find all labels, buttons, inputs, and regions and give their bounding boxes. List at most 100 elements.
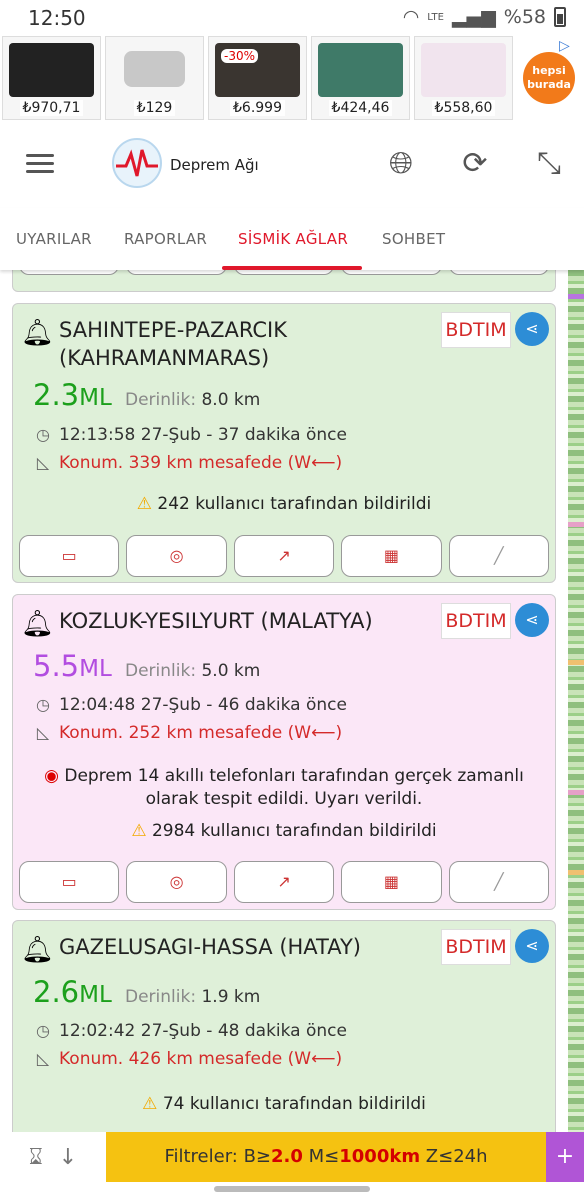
strip-marker — [568, 294, 584, 299]
map-button[interactable]: ▭ — [19, 861, 120, 903]
quake-location: ◺ Konum. 252 km mesafede (W⟵) — [33, 723, 342, 743]
tab-sismik-aglar[interactable]: SİSMİK AĞLAR — [238, 208, 348, 270]
strip-marker — [568, 870, 584, 875]
filter-left-controls: ⌛︎ ↓ — [0, 1132, 106, 1182]
add-filter-button[interactable]: + — [546, 1132, 584, 1182]
map-button[interactable] — [19, 270, 120, 275]
usb-drive-image — [124, 51, 185, 87]
warning-icon: ⚠ — [131, 821, 147, 841]
quake-time: ◷ 12:04:48 27-Şub - 46 dakika önce — [33, 695, 347, 715]
refresh-icon[interactable]: ⟳ — [458, 147, 492, 181]
status-time: 12:50 — [28, 6, 86, 30]
quake-place: GAZELUSAGI-HASSA (HATAY) — [59, 935, 361, 959]
target-button[interactable]: ◎ — [126, 535, 227, 577]
chart-button[interactable] — [233, 270, 335, 275]
status-bar: 12:50 ◠ LTE ▂▄▆ %58 — [0, 0, 584, 36]
share-icon[interactable]: ⋖ — [515, 312, 549, 346]
report-count: ⚠ 74 kullanıcı tarafından bildirildi — [142, 1094, 426, 1114]
app-bar: Deprem Ağı 🌐︎ ⟳ ⤡ — [0, 122, 584, 208]
chart-button[interactable]: ↗ — [233, 535, 335, 577]
alert-message: ◉ Deprem 14 akıllı telefonları tarafında… — [44, 766, 524, 809]
ad-item[interactable]: ₺558,60 — [414, 36, 513, 120]
bell-icon: 🔔︎ — [21, 318, 55, 348]
quake-location: ◺ Konum. 339 km mesafede (W⟵) — [33, 453, 342, 473]
clock-icon: ◷ — [36, 695, 50, 714]
quake-location: ◺ Konum. 426 km mesafede (W⟵) — [33, 1049, 342, 1069]
calendar-button[interactable]: ▦ — [341, 535, 442, 577]
tab-bar: UYARILAR RAPORLAR SİSMİK AĞLAR SOHBET — [0, 208, 584, 270]
hourglass-icon[interactable]: ⌛︎ — [29, 1145, 43, 1170]
bell-icon: 🔔︎ — [21, 609, 55, 639]
ruler-icon: ◺ — [36, 1049, 50, 1068]
source-badge[interactable]: BDTIM — [441, 929, 511, 965]
calendar-button[interactable] — [341, 270, 442, 275]
sort-down-icon[interactable]: ↓ — [59, 1145, 77, 1170]
ad-brand-logo[interactable]: hepsi burada ▷ — [517, 36, 581, 120]
quake-card[interactable]: 🔔︎ GAZELUSAGI-HASSA (HATAY) BDTIM ⋖ 2.6M… — [12, 920, 556, 1132]
app-title: Deprem Ağı — [170, 156, 259, 174]
quake-card[interactable]: 🔔︎ SAHINTEPE-PAZARCIK (KAHRAMANMARAS) BD… — [12, 303, 556, 583]
timeline-scrollbar[interactable] — [568, 270, 584, 1132]
chart-button[interactable]: ↗ — [233, 861, 335, 903]
warning-icon: ⚠ — [136, 494, 152, 514]
battery-percent: %58 — [503, 6, 546, 28]
calendar-button[interactable]: ▦ — [341, 861, 442, 903]
collapse-icon[interactable]: ⤡ — [532, 147, 566, 181]
discount-badge: -30% — [221, 49, 259, 63]
quake-time: ◷ 12:02:42 27-Şub - 48 dakika önce — [33, 1021, 347, 1041]
depth: Derinlik: 5.0 km — [125, 661, 261, 681]
magnitude: 2.3ML — [33, 378, 112, 412]
warning-icon: ⚠ — [142, 1094, 158, 1114]
share-icon[interactable]: ⋖ — [515, 603, 549, 637]
strip-marker — [568, 790, 584, 795]
settings-button[interactable]: ╱ — [448, 861, 550, 903]
quake-card-partial[interactable] — [12, 270, 556, 292]
ad-banner[interactable]: ₺970,71 ₺129 -30% ₺6.999 ₺424,46 ₺558,60… — [0, 36, 584, 122]
clock-icon: ◷ — [36, 1021, 50, 1040]
quake-place: SAHINTEPE-PAZARCIK (KAHRAMANMARAS) — [59, 318, 287, 370]
share-icon[interactable]: ⋖ — [515, 929, 549, 963]
quake-card[interactable]: 🔔︎ KOZLUK-YESILYURT (MALATYA) BDTIM ⋖ 5.… — [12, 594, 556, 910]
signal-icon: ▂▄▆ — [451, 6, 496, 28]
ad-price: ₺970,71 — [19, 100, 84, 116]
menu-icon[interactable] — [26, 154, 54, 174]
ad-item[interactable]: ₺129 — [105, 36, 204, 120]
clock-icon: ◷ — [36, 425, 50, 444]
tab-sohbet[interactable]: SOHBET — [382, 208, 445, 270]
quake-place: KOZLUK-YESILYURT (MALATYA) — [59, 609, 373, 633]
settings-button[interactable]: ╱ — [448, 535, 550, 577]
keypad-image — [9, 43, 94, 97]
depth: Derinlik: 8.0 km — [125, 390, 261, 410]
report-count: ⚠ 242 kullanıcı tarafından bildirildi — [136, 494, 432, 514]
magnitude: 5.5ML — [33, 649, 112, 683]
ad-item[interactable]: ₺424,46 — [311, 36, 410, 120]
brand-name: hepsi burada — [523, 52, 575, 104]
wifi-icon: ◠ — [402, 6, 420, 28]
active-tab-indicator — [222, 266, 362, 270]
source-badge[interactable]: BDTIM — [441, 312, 511, 348]
ad-info-icon[interactable]: ▷ — [559, 38, 577, 54]
ruler-icon: ◺ — [36, 453, 50, 472]
bell-icon: 🔔︎ — [21, 935, 55, 965]
globe-icon[interactable]: 🌐︎ — [384, 147, 418, 181]
source-badge[interactable]: BDTIM — [441, 603, 511, 639]
ad-price: ₺558,60 — [431, 100, 496, 116]
ad-price: ₺6.999 — [230, 100, 285, 116]
ad-item[interactable]: ₺970,71 — [2, 36, 101, 120]
quake-list[interactable]: 🔔︎ SAHINTEPE-PAZARCIK (KAHRAMANMARAS) BD… — [0, 270, 568, 1132]
target-button[interactable] — [126, 270, 227, 275]
home-indicator[interactable] — [214, 1186, 370, 1192]
tab-raporlar[interactable]: RAPORLAR — [124, 208, 207, 270]
ad-item[interactable]: -30% ₺6.999 — [208, 36, 307, 120]
map-button[interactable]: ▭ — [19, 535, 120, 577]
network-label: LTE — [427, 11, 444, 23]
siren-icon: ◉ — [44, 766, 59, 786]
settings-button[interactable] — [448, 270, 550, 275]
battery-icon — [554, 7, 566, 27]
target-button[interactable]: ◎ — [126, 861, 227, 903]
filter-summary[interactable]: Filtreler: B≥2.0 M≤1000km Z≤24h — [106, 1132, 546, 1182]
tab-uyarilar[interactable]: UYARILAR — [16, 208, 92, 270]
strip-marker — [568, 522, 584, 527]
keyboard-image — [318, 43, 403, 97]
report-count: ⚠ 2984 kullanıcı tarafından bildirildi — [131, 821, 437, 841]
